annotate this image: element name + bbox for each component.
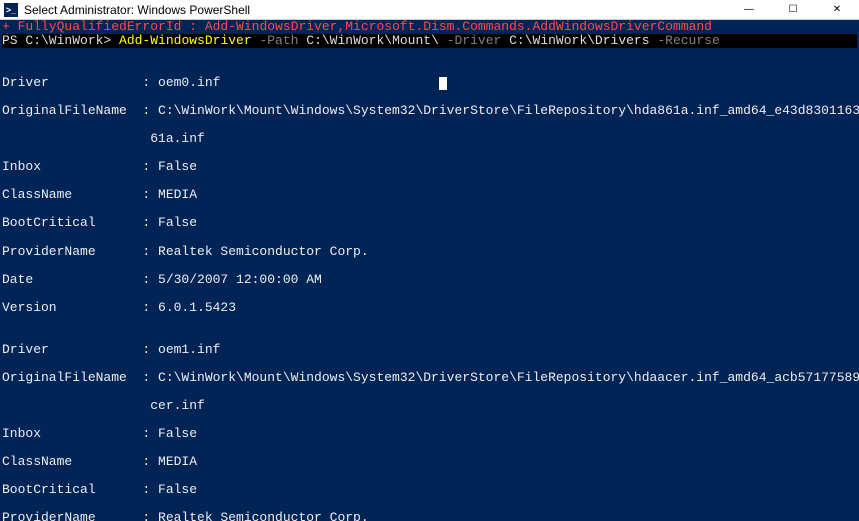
field-label: Date — [2, 273, 135, 287]
field-value: C:\WinWork\Mount\Windows\System32\Driver… — [158, 370, 859, 385]
error-line: + FullyQualifiedErrorId : Add-WindowsDri… — [2, 20, 712, 34]
window-controls: — ☐ ✕ — [727, 0, 859, 20]
field-label: ClassName — [2, 188, 135, 202]
prompt-label: PS C:\WinWork> — [2, 33, 119, 48]
driver-record: Date : 5/30/2007 12:00:00 AM — [2, 273, 857, 287]
field-value: MEDIA — [158, 187, 197, 202]
driver-record: ProviderName : Realtek Semiconductor Cor… — [2, 511, 857, 521]
driver-record: OriginalFileName : C:\WinWork\Mount\Wind… — [2, 371, 857, 385]
driver-record: Inbox : False — [2, 427, 857, 441]
driver-record: 61a.inf — [2, 132, 857, 146]
field-separator: : — [135, 272, 158, 287]
field-separator: : — [135, 370, 158, 385]
field-separator: : — [135, 454, 158, 469]
driver-record: ClassName : MEDIA — [2, 455, 857, 469]
field-value: C:\WinWork\Mount\Windows\System32\Driver… — [158, 103, 859, 118]
field-value: MEDIA — [158, 454, 197, 469]
field-separator: : — [135, 103, 158, 118]
cmdlet-name: Add-WindowsDriver — [119, 33, 252, 48]
blank-line — [2, 61, 10, 76]
field-label: BootCritical — [2, 216, 135, 230]
field-separator: : — [135, 482, 158, 497]
driver-record: Driver : oem0.inf — [2, 76, 857, 90]
field-label: ClassName — [2, 455, 135, 469]
field-label: Driver — [2, 76, 135, 90]
field-value: oem0.inf — [158, 75, 220, 90]
close-button[interactable]: ✕ — [815, 0, 859, 20]
field-value: False — [158, 482, 197, 497]
field-separator: : — [135, 510, 158, 521]
param-driver: -Driver — [439, 33, 509, 48]
blank-line — [2, 328, 10, 343]
param-recurse: -Recurse — [650, 33, 720, 48]
driver-record: Version : 6.0.1.5423 — [2, 301, 857, 315]
field-label: Inbox — [2, 160, 135, 174]
field-value: Realtek Semiconductor Corp. — [158, 510, 369, 521]
field-value: oem1.inf — [158, 342, 220, 357]
field-value: False — [158, 159, 197, 174]
maximize-button[interactable]: ☐ — [771, 0, 815, 20]
prompt-line: PS C:\WinWork> Add-WindowsDriver -Path C… — [2, 34, 857, 48]
blank-line — [2, 47, 10, 62]
field-label: Version — [2, 301, 135, 315]
field-value: 6.0.1.5423 — [158, 300, 236, 315]
field-separator: : — [135, 159, 158, 174]
field-label: ProviderName — [2, 511, 135, 521]
field-label: ProviderName — [2, 245, 135, 259]
field-separator: : — [135, 215, 158, 230]
field-value: False — [158, 215, 197, 230]
field-separator: : — [135, 342, 158, 357]
terminal-output[interactable]: + FullyQualifiedErrorId : Add-WindowsDri… — [0, 20, 859, 521]
field-separator: : — [135, 300, 158, 315]
driver-record: cer.inf — [2, 399, 857, 413]
text-cursor — [439, 77, 447, 90]
field-separator: : — [135, 187, 158, 202]
field-label: Inbox — [2, 427, 135, 441]
field-value: 61a.inf — [150, 131, 205, 146]
field-label: BootCritical — [2, 483, 135, 497]
arg-driver: C:\WinWork\Drivers — [509, 33, 649, 48]
powershell-icon: >_ — [4, 3, 18, 17]
field-value: cer.inf — [150, 398, 205, 413]
field-value: False — [158, 426, 197, 441]
arg-path: C:\WinWork\Mount\ — [306, 33, 439, 48]
field-label: OriginalFileName — [2, 104, 135, 118]
field-label: Driver — [2, 343, 135, 357]
driver-record: Driver : oem1.inf — [2, 343, 857, 357]
driver-record: ProviderName : Realtek Semiconductor Cor… — [2, 245, 857, 259]
driver-record: BootCritical : False — [2, 216, 857, 230]
window-title: Select Administrator: Windows PowerShell — [24, 3, 250, 17]
field-value: Realtek Semiconductor Corp. — [158, 244, 369, 259]
field-label: OriginalFileName — [2, 371, 135, 385]
driver-record: Inbox : False — [2, 160, 857, 174]
field-separator: : — [135, 244, 158, 259]
field-separator: : — [135, 75, 158, 90]
driver-record: BootCritical : False — [2, 483, 857, 497]
driver-record: OriginalFileName : C:\WinWork\Mount\Wind… — [2, 104, 857, 118]
driver-record: ClassName : MEDIA — [2, 188, 857, 202]
window-titlebar: >_ Select Administrator: Windows PowerSh… — [0, 0, 859, 20]
field-separator: : — [135, 426, 158, 441]
field-value: 5/30/2007 12:00:00 AM — [158, 272, 322, 287]
param-path: -Path — [252, 33, 307, 48]
minimize-button[interactable]: — — [727, 0, 771, 20]
